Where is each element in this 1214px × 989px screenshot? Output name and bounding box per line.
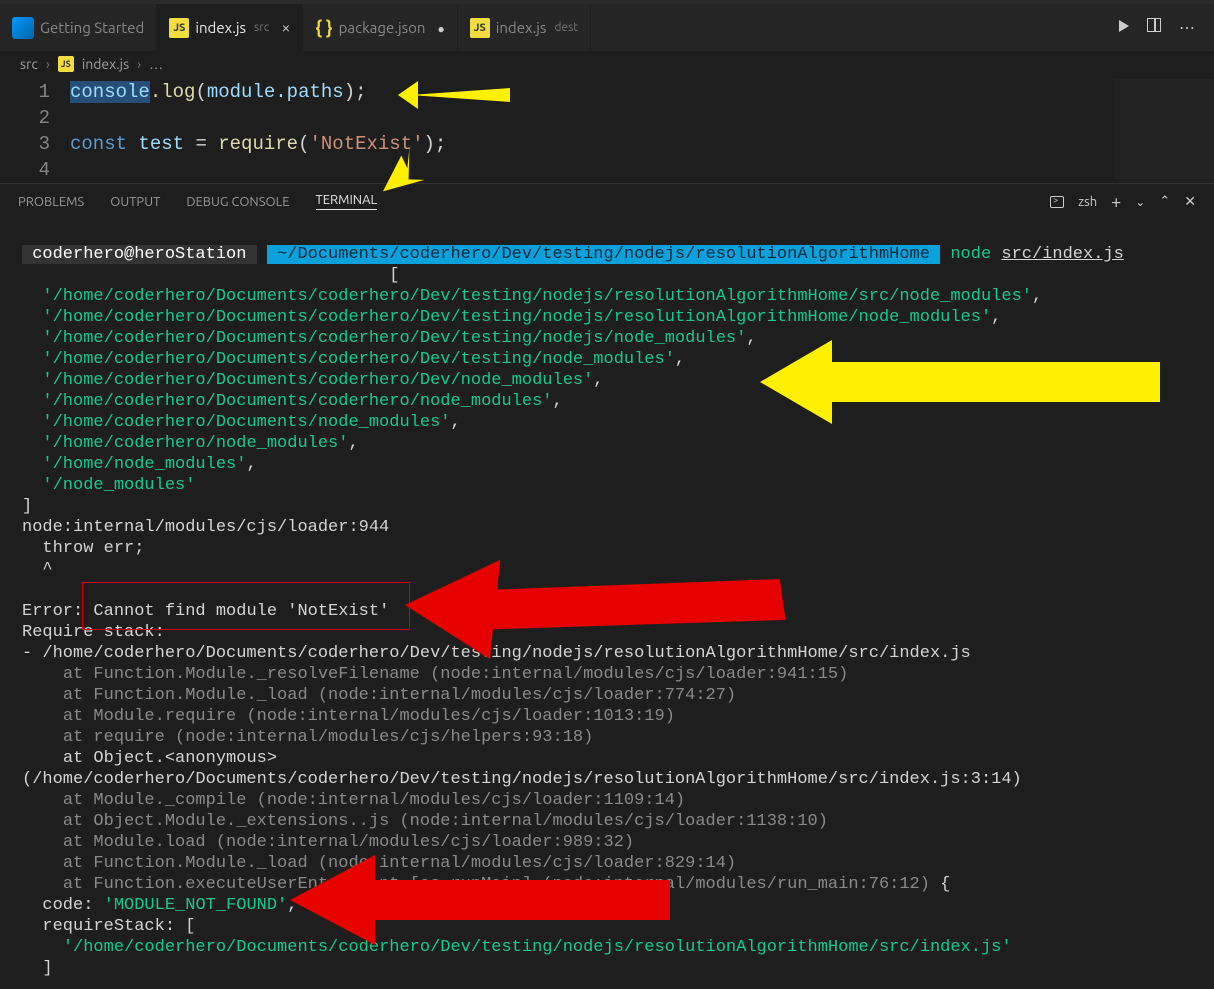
terminal-error-message: Cannot find module 'NotExist' bbox=[83, 602, 389, 621]
breadcrumb[interactable]: src › JS index.js › … bbox=[0, 51, 1214, 77]
terminal-path-line: '/home/node_modules', bbox=[22, 454, 1192, 475]
terminal-arg: src/index.js bbox=[1001, 245, 1123, 264]
code-token: test bbox=[127, 133, 195, 155]
terminal-path-line: '/home/coderhero/Documents/coderhero/Dev… bbox=[22, 307, 1192, 328]
terminal-text: code: bbox=[22, 896, 104, 915]
terminal-trace-line: at Object.Module._extensions..js (node:i… bbox=[22, 811, 1192, 832]
terminal-text: '/home/coderhero/Documents/coderhero/Dev… bbox=[22, 938, 1012, 957]
terminal-trace-line: at require (node:internal/modules/cjs/he… bbox=[22, 727, 1192, 748]
terminal-cwd: ~/Documents/coderhero/Dev/testing/nodejs… bbox=[267, 245, 940, 264]
terminal-trace-line: at Module.require (node:internal/modules… bbox=[22, 706, 1192, 727]
terminal-output[interactable]: coderhero@heroStation ~/Documents/coderh… bbox=[0, 219, 1214, 989]
terminal-text: [ bbox=[389, 266, 399, 285]
panel-tab-output[interactable]: OUTPUT bbox=[110, 195, 160, 209]
terminal-path-line: '/home/coderhero/node_modules', bbox=[22, 433, 1192, 454]
new-terminal-icon[interactable]: + bbox=[1111, 195, 1121, 209]
terminal-text: throw err; bbox=[22, 539, 144, 558]
terminal-command: node bbox=[950, 245, 1001, 264]
terminal-text: node:internal/modules/cjs/loader:944 bbox=[22, 518, 389, 537]
split-editor-icon[interactable] bbox=[1147, 18, 1161, 37]
editor-gutter: 1 2 3 4 bbox=[0, 79, 70, 183]
chevron-right-icon: › bbox=[46, 56, 50, 72]
code-token: ); bbox=[424, 133, 447, 155]
chevron-right-icon: › bbox=[137, 56, 141, 72]
terminal-trace-line: at Function.Module._load (node:internal/… bbox=[22, 685, 1192, 706]
code-token: const bbox=[70, 133, 127, 155]
terminal-icon bbox=[1050, 196, 1064, 208]
line-number: 1 bbox=[0, 79, 50, 105]
terminal-text: { bbox=[940, 875, 950, 894]
js-icon: JS bbox=[470, 18, 490, 38]
code-token: console bbox=[70, 81, 150, 103]
terminal-text: at Object.<anonymous> (/home/coderhero/D… bbox=[22, 749, 1022, 789]
js-icon: JS bbox=[58, 56, 74, 72]
terminal-trace-line: at Function.Module._load (node:internal/… bbox=[22, 853, 1192, 874]
terminal-path-line: '/node_modules' bbox=[22, 475, 1192, 496]
terminal-error-prefix: Error: bbox=[22, 602, 83, 621]
code-token: .log bbox=[150, 81, 196, 103]
maximize-panel-icon[interactable]: ⌃ bbox=[1159, 194, 1170, 209]
breadcrumb-item[interactable]: … bbox=[149, 56, 163, 72]
terminal-shell-name[interactable]: zsh bbox=[1078, 195, 1097, 209]
line-number: 3 bbox=[0, 131, 50, 157]
code-token: .paths bbox=[275, 81, 343, 103]
tab-sublabel: src bbox=[254, 21, 269, 34]
terminal-path-line: '/home/coderhero/Documents/coderhero/Dev… bbox=[22, 349, 1192, 370]
panel-tab-problems[interactable]: PROBLEMS bbox=[18, 195, 84, 209]
terminal-text: requireStack: [ bbox=[22, 917, 195, 936]
code-token: 'NotExist' bbox=[309, 133, 423, 155]
terminal-path-line: '/home/coderhero/Documents/coderhero/nod… bbox=[22, 391, 1192, 412]
breadcrumb-item[interactable]: index.js bbox=[82, 56, 129, 72]
close-panel-icon[interactable] bbox=[1184, 193, 1196, 210]
terminal-text: at Function.executeUserEntryPoint [as ru… bbox=[22, 875, 940, 894]
code-token: = bbox=[195, 133, 218, 155]
terminal-path-line: '/home/coderhero/Documents/coderhero/Dev… bbox=[22, 370, 1192, 391]
panel-tab-terminal[interactable]: TERMINAL bbox=[316, 193, 378, 210]
line-number: 2 bbox=[0, 105, 50, 131]
terminal-path-line: '/home/coderhero/Documents/coderhero/Dev… bbox=[22, 328, 1192, 349]
editor-tab-bar: Getting Started JS index.js src × { } pa… bbox=[0, 4, 1214, 51]
code-editor[interactable]: 1 2 3 4 console.log(module.paths); const… bbox=[0, 77, 1214, 183]
code-token: ); bbox=[344, 81, 367, 103]
tab-label: index.js bbox=[195, 19, 246, 36]
terminal-error-code: 'MODULE_NOT_FOUND' bbox=[104, 896, 288, 915]
tab-label: package.json bbox=[339, 19, 426, 36]
terminal-text: , bbox=[287, 896, 297, 915]
chevron-down-icon[interactable]: ⌄ bbox=[1135, 195, 1145, 209]
vscode-icon bbox=[12, 17, 34, 39]
modified-dot-icon bbox=[431, 19, 444, 36]
more-actions-icon[interactable] bbox=[1179, 18, 1196, 37]
code-token: ( bbox=[195, 81, 206, 103]
code-token: module bbox=[207, 81, 275, 103]
terminal-path-line: '/home/coderhero/Documents/coderhero/Dev… bbox=[22, 286, 1192, 307]
js-icon: JS bbox=[169, 18, 189, 38]
tab-index-dest[interactable]: JS index.js dest bbox=[458, 4, 591, 51]
panel-tab-debug-console[interactable]: DEBUG CONSOLE bbox=[186, 195, 289, 209]
terminal-trace-line: at Function.Module._resolveFilename (nod… bbox=[22, 664, 1192, 685]
tab-sublabel: dest bbox=[554, 21, 578, 34]
tab-label: Getting Started bbox=[40, 19, 144, 36]
tab-index-src[interactable]: JS index.js src × bbox=[157, 4, 303, 51]
code-token: ( bbox=[298, 133, 309, 155]
terminal-path-line: '/home/coderhero/Documents/node_modules'… bbox=[22, 412, 1192, 433]
breadcrumb-item[interactable]: src bbox=[20, 56, 38, 72]
terminal-text: Require stack: bbox=[22, 623, 165, 642]
line-number: 4 bbox=[0, 157, 50, 183]
json-icon: { } bbox=[315, 18, 332, 38]
terminal-trace-line: at Module.load (node:internal/modules/cj… bbox=[22, 832, 1192, 853]
terminal-text: ] bbox=[22, 497, 32, 516]
terminal-text: ^ bbox=[22, 560, 53, 579]
terminal-text: ] bbox=[22, 959, 53, 978]
panel-tab-bar: PROBLEMS OUTPUT DEBUG CONSOLE TERMINAL z… bbox=[0, 183, 1214, 219]
terminal-user: coderhero@heroStation bbox=[22, 245, 257, 264]
close-icon[interactable]: × bbox=[281, 19, 290, 37]
terminal-text: - /home/coderhero/Documents/coderhero/De… bbox=[22, 644, 971, 663]
tab-package-json[interactable]: { } package.json bbox=[303, 4, 457, 51]
minimap[interactable] bbox=[1114, 79, 1214, 179]
terminal-trace-line: at Module._compile (node:internal/module… bbox=[22, 790, 1192, 811]
run-icon[interactable] bbox=[1119, 18, 1129, 37]
code-token: require bbox=[218, 133, 298, 155]
tab-getting-started[interactable]: Getting Started bbox=[0, 4, 157, 51]
tab-label: index.js bbox=[496, 19, 547, 36]
